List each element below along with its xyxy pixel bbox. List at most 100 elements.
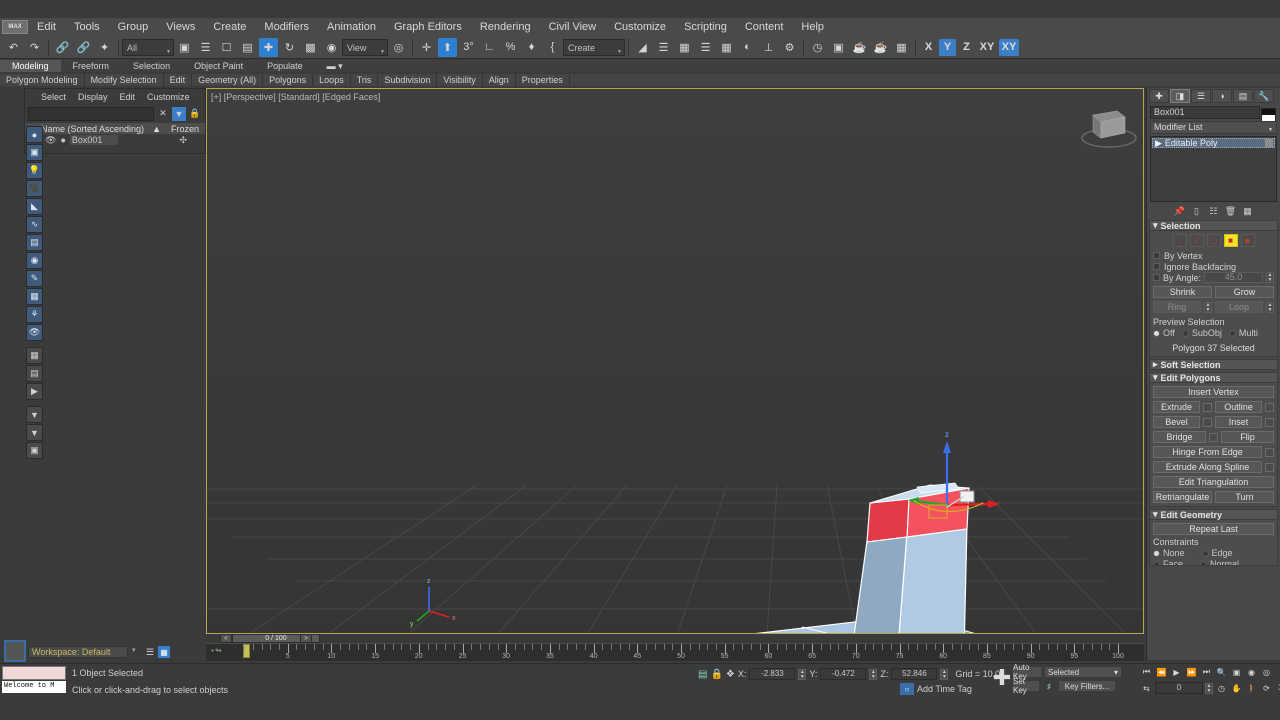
ribbon-btn-polygons[interactable]: Polygons [263,74,314,86]
x-spinner[interactable]: ▲ ▼ [798,668,807,680]
named-selection-sets-icon[interactable]: { [543,38,562,57]
selection-lock-icon[interactable]: 🔒 [710,669,722,680]
render-setup-icon[interactable]: ◷ [808,38,827,57]
render-iterative-icon[interactable]: ☕ [871,38,890,57]
turn-button[interactable]: Turn [1215,491,1274,503]
add-time-tag-label[interactable]: Add Time Tag [917,684,972,694]
ribbon-btn-align[interactable]: Align [483,74,516,86]
ring-button[interactable]: Ring [1153,301,1201,313]
use-pivot-point-center-icon[interactable]: ◎ [389,38,408,57]
select-and-move-icon[interactable]: ✚ [259,37,278,57]
animation-selection-list[interactable]: Selected ▾ [1044,666,1122,678]
object-name-field[interactable]: Box001 [1150,106,1260,119]
column-layout-icon[interactable]: ▤ [26,365,43,382]
select-and-manipulate-icon[interactable]: ✛ [417,38,436,57]
select-by-group-icon[interactable]: ⚘ [26,306,43,323]
edit-polygons-rollout-header[interactable]: ▾ Edit Polygons [1149,372,1278,383]
by-angle-field[interactable]: 45.0 [1204,272,1263,283]
frozen-state-icon[interactable]: ✣ [179,135,187,146]
select-helpers-icon[interactable]: ◣ [26,198,43,215]
ribbon-btn-edit[interactable]: Edit [164,74,193,86]
object-name-label[interactable]: Box001 [69,135,119,145]
display-mode-icon[interactable]: ▦ [26,347,43,364]
window-crossing-icon[interactable]: ▤ [238,38,257,57]
select-and-rotate-icon[interactable]: ↻ [280,38,299,57]
expand-arrow-icon[interactable]: ▶ [1155,138,1162,149]
ignore-backfacing-checkbox[interactable] [1153,263,1160,270]
select-hidden-icon[interactable]: 👁 [26,324,43,341]
menu-item-tools[interactable]: Tools [65,18,109,36]
edit-named-selection-sets-icon[interactable]: ♦ [522,38,541,57]
retriangulate-button[interactable]: Retriangulate [1153,491,1212,503]
scene-explorer-icon[interactable]: ☰ [696,38,715,57]
time-configuration-icon[interactable]: ⇆ [1140,682,1153,694]
ribbon-tab-populate[interactable]: Populate [255,60,315,72]
time-tag-icon[interactable]: ○ [900,683,914,695]
selection-rollout-header[interactable]: ▾ Selection [1149,220,1278,231]
mirror-icon[interactable]: ◢ [633,38,652,57]
pin-stack-icon[interactable]: 📌 [1173,206,1186,217]
bind-to-space-warp-icon[interactable]: ✦ [95,38,114,57]
modifier-stack[interactable]: ▶ Editable Poly [1150,136,1277,202]
max-logo-icon[interactable]: MAX [2,20,28,34]
edit-geometry-rollout-header[interactable]: ▾ Edit Geometry [1149,509,1278,520]
ribbon-btn-subdivision[interactable]: Subdivision [378,74,438,86]
material-editor-icon[interactable]: ⚙ [780,38,799,57]
extrude-along-spline-settings-icon[interactable] [1265,462,1274,472]
menu-item-help[interactable]: Help [792,18,833,36]
timeline-ruler[interactable]: ⋆↬ 5 10 15 20 25 30 35 40 45 50 55 60 65 70 75 80 85 90 95… [206,643,1144,661]
sub-object-edge-button[interactable]: ╱ [1189,234,1204,247]
maxscript-mini-listener[interactable]: Welcome to M [2,681,66,693]
select-by-name-icon[interactable]: ☰ [196,38,215,57]
schematic-view-icon[interactable]: ⊥ [759,38,778,57]
by-vertex-checkbox[interactable] [1153,252,1160,259]
menu-item-rendering[interactable]: Rendering [471,18,540,36]
select-by-layer-icon[interactable]: ▦ [26,288,43,305]
rendered-frame-window-icon[interactable]: ▣ [829,38,848,57]
pan-view-icon[interactable]: ✋ [1230,682,1243,694]
modify-tab[interactable]: ◨ [1170,89,1190,103]
select-spacewarps-icon[interactable]: ◉ [26,252,43,269]
hinge-settings-icon[interactable] [1265,447,1274,457]
menu-item-group[interactable]: Group [109,18,158,36]
reference-coordinate-system-combo[interactable]: View [342,38,388,60]
align-icon[interactable]: ☰ [654,38,673,57]
ribbon-toggle-icon[interactable]: ▦ [717,38,736,57]
absolute-relative-toggle-icon[interactable]: ❖ [726,669,735,680]
eye-visibility-icon[interactable]: 👁 [45,135,56,146]
scene-explorer-toggle-icon[interactable]: ▦ [158,646,170,658]
filter-icon[interactable]: ▼ [172,106,186,121]
modifier-enable-toggle-icon[interactable] [1265,139,1273,147]
soft-selection-rollout-header[interactable]: ▸ Soft Selection [1149,359,1278,370]
current-frame-field[interactable]: 0 [1155,682,1203,694]
menu-item-customize[interactable]: Customize [605,18,675,36]
maximize-viewport-icon[interactable]: ⛶ [1275,682,1280,694]
show-end-result-icon[interactable]: ▯ [1190,206,1203,217]
constraint-normal-radio[interactable] [1200,560,1208,565]
by-angle-row[interactable]: By Angle: 45.0 ▲ ▼ [1153,272,1274,283]
prev-frame-button[interactable]: < [220,634,232,643]
ribbon-tab-selection[interactable]: Selection [121,60,182,72]
select-instances-icon[interactable]: ▣ [26,144,43,161]
scene-explorer-menu-edit[interactable]: Edit [120,92,136,102]
select-and-scale-icon[interactable]: ▩ [301,38,320,57]
scene-explorer-menu-select[interactable]: Select [41,92,66,102]
modifier-stack-item[interactable]: ▶ Editable Poly [1152,138,1275,148]
bevel-button[interactable]: Bevel [1153,416,1200,428]
constrain-y-button[interactable]: Y [939,38,956,56]
unlink-selection-icon[interactable]: 🔗 [74,38,93,57]
constraint-face-radio[interactable] [1153,560,1160,565]
z-coordinate-field[interactable]: 52.846 [891,668,938,680]
z-spinner[interactable]: ▲ ▼ [940,668,949,680]
ribbon-btn-geometry-all[interactable]: Geometry (All) [192,74,264,86]
menu-item-views[interactable]: Views [157,18,204,36]
constraint-none-radio[interactable] [1153,549,1160,557]
zoom-extents-icon[interactable]: ◉ [1245,666,1258,678]
undo-icon[interactable]: ↶ [4,38,23,57]
selection-filter-combo[interactable]: All [122,38,174,60]
rollout-collapse-icon[interactable]: ▾ [1153,220,1158,231]
extrude-settings-icon[interactable] [1203,402,1212,412]
set-key-button[interactable]: Set Key [1012,677,1040,695]
ribbon-btn-modify-selection[interactable]: Modify Selection [85,74,164,86]
extrude-along-spline-button[interactable]: Extrude Along Spline [1153,461,1262,473]
